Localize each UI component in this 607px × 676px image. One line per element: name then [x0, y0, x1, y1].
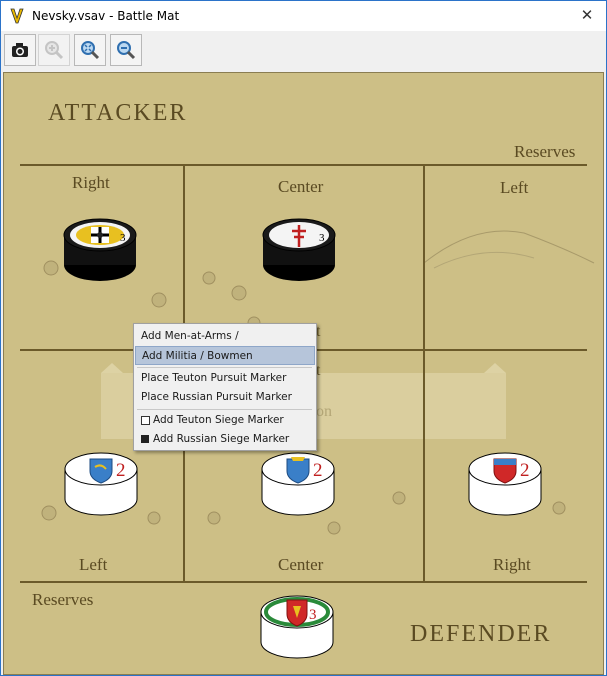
- unit-strength: 3: [319, 232, 325, 244]
- context-menu: Add Men-at-Arms / Crossbowmen Add Militi…: [133, 323, 317, 451]
- menu-item-place-russian-pursuit[interactable]: Place Russian Pursuit Marker: [135, 388, 315, 407]
- menu-item-add-russian-siege[interactable]: Add Russian Siege Marker: [135, 430, 315, 449]
- zoom-out-button[interactable]: [110, 34, 142, 66]
- camera-button[interactable]: [4, 34, 36, 66]
- title-bar: Nevsky.vsav - Battle Mat ✕: [1, 1, 606, 31]
- attacker-label: ATTACKER: [48, 100, 188, 126]
- zoom-fit-button[interactable]: [74, 34, 106, 66]
- bottom-divider: [20, 581, 587, 583]
- zoom-fit-icon: [81, 41, 100, 60]
- russian-unit-center[interactable]: 2: [259, 447, 337, 523]
- defender-right-label: Right: [493, 555, 531, 574]
- hidden-label-fragment: on: [316, 403, 332, 420]
- attacker-reserves-label: Reserves: [514, 142, 576, 161]
- menu-separator: [137, 367, 312, 368]
- unit-strength: 2: [116, 460, 126, 481]
- bottom-zone-divider-right: [423, 351, 425, 581]
- attacker-left-label: Left: [500, 178, 529, 197]
- teuton-unit-right[interactable]: 3: [61, 213, 139, 289]
- menu-item-place-teuton-pursuit[interactable]: Place Teuton Pursuit Marker: [135, 369, 315, 388]
- filled-square-icon: [141, 435, 149, 443]
- attacker-right-label: Right: [72, 173, 110, 192]
- menu-item-add-militia[interactable]: Add Militia / Bowmen: [135, 346, 315, 365]
- menu-item-label: Add Teuton Siege Marker: [153, 414, 284, 426]
- empty-square-icon: [141, 416, 150, 425]
- unit-strength: 2: [313, 460, 323, 481]
- russian-unit-right[interactable]: 2: [466, 447, 544, 523]
- attacker-center-label: Center: [278, 177, 324, 196]
- close-button[interactable]: ✕: [572, 3, 602, 29]
- defender-label: DEFENDER: [410, 621, 552, 647]
- zoom-in-button[interactable]: [38, 34, 70, 66]
- russian-reserve-unit[interactable]: 3: [257, 588, 337, 666]
- menu-separator: [137, 409, 312, 410]
- russian-unit-left[interactable]: 2: [62, 447, 140, 523]
- unit-strength: 2: [520, 460, 530, 481]
- window-title: Nevsky.vsav - Battle Mat: [32, 9, 180, 23]
- menu-item-add-teuton-siege[interactable]: Add Teuton Siege Marker: [135, 411, 315, 430]
- teuton-unit-center[interactable]: 3: [260, 213, 338, 289]
- menu-item-label: Add Russian Siege Marker: [153, 433, 290, 445]
- camera-icon: [12, 43, 28, 57]
- defender-reserves-label: Reserves: [32, 590, 94, 609]
- battle-mat-window: Nevsky.vsav - Battle Mat ✕ ATTACKER Rese…: [0, 0, 607, 676]
- top-zone-divider-right: [423, 166, 425, 350]
- defender-left-label: Left: [79, 555, 108, 574]
- zoom-out-icon: [117, 41, 136, 60]
- unit-strength: 3: [309, 607, 317, 623]
- unit-strength: 3: [120, 232, 126, 244]
- zoom-in-icon: [45, 41, 64, 60]
- defender-center-label: Center: [278, 555, 324, 574]
- toolbar: [1, 31, 606, 72]
- app-icon: [10, 8, 24, 24]
- top-divider: [20, 164, 587, 166]
- menu-item-add-men-at-arms[interactable]: Add Men-at-Arms / Crossbowmen: [135, 327, 315, 361]
